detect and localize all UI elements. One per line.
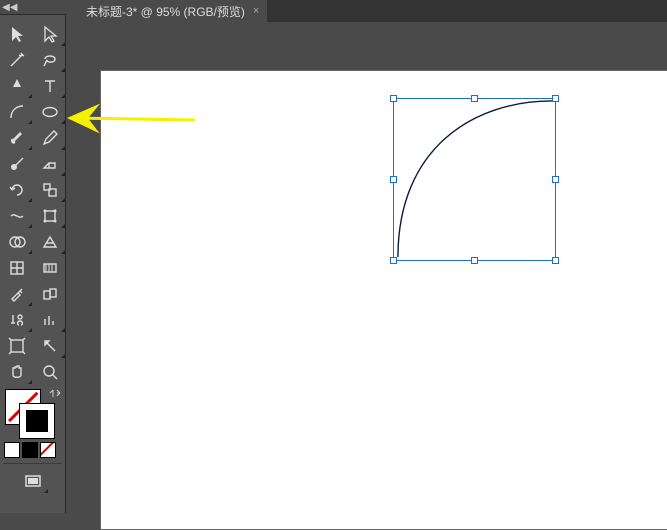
magic-wand-tool[interactable] (0, 47, 33, 73)
ellipse-tool[interactable] (33, 99, 66, 125)
document-tab[interactable]: 未标题-3* @ 95% (RGB/预览) × (78, 0, 267, 22)
paintbrush-tool[interactable] (0, 125, 33, 151)
artboard[interactable] (100, 70, 667, 530)
handle-tl[interactable] (390, 95, 397, 102)
handle-bm[interactable] (471, 257, 478, 264)
lasso-tool[interactable] (33, 47, 66, 73)
color-mode-swatches (0, 439, 65, 461)
screen-mode-button[interactable] (16, 468, 49, 494)
slice-tool[interactable] (33, 333, 66, 359)
pencil-tool[interactable] (33, 125, 66, 151)
artboard-tool[interactable] (0, 333, 33, 359)
arc-path[interactable] (394, 99, 555, 260)
gradient-tool[interactable] (33, 255, 66, 281)
handle-bl[interactable] (390, 257, 397, 264)
eraser-tool[interactable] (33, 151, 66, 177)
type-tool[interactable] (33, 73, 66, 99)
stroke-swatch[interactable] (19, 403, 55, 439)
selection-bounding-box[interactable] (393, 98, 556, 261)
arc-tool[interactable] (0, 99, 33, 125)
width-tool[interactable] (0, 203, 33, 229)
selection-tool[interactable] (0, 21, 33, 47)
handle-tm[interactable] (471, 95, 478, 102)
color-mode-none[interactable] (40, 442, 56, 458)
column-graph-tool[interactable] (33, 307, 66, 333)
color-mode-color[interactable] (4, 442, 20, 458)
eyedropper-tool[interactable] (0, 281, 33, 307)
shape-builder-tool[interactable] (0, 229, 33, 255)
handle-mr[interactable] (552, 176, 559, 183)
close-icon[interactable]: × (253, 5, 259, 17)
rotate-tool[interactable] (0, 177, 33, 203)
pen-tool[interactable] (0, 73, 33, 99)
handle-br[interactable] (552, 257, 559, 264)
mesh-tool[interactable] (0, 255, 33, 281)
document-tab-title: 未标题-3* @ 95% (RGB/预览) (86, 3, 245, 20)
tool-panel (0, 14, 66, 513)
color-mode-gradient[interactable] (22, 442, 38, 458)
direct-selection-tool[interactable] (33, 21, 66, 47)
fill-stroke-swatch[interactable] (5, 389, 61, 437)
document-tab-bar: 未标题-3* @ 95% (RGB/预览) × (78, 0, 667, 22)
hand-tool[interactable] (0, 359, 33, 385)
scale-tool[interactable] (33, 177, 66, 203)
handle-tr[interactable] (552, 95, 559, 102)
collapse-panels-icon[interactable]: ◀◀ (2, 2, 17, 13)
blob-brush-tool[interactable] (0, 151, 33, 177)
swap-fill-stroke-icon[interactable] (49, 389, 61, 401)
blend-tool[interactable] (33, 281, 66, 307)
handle-ml[interactable] (390, 176, 397, 183)
zoom-tool[interactable] (33, 359, 66, 385)
free-transform-tool[interactable] (33, 203, 66, 229)
perspective-grid-tool[interactable] (33, 229, 66, 255)
symbol-sprayer-tool[interactable] (0, 307, 33, 333)
work-area[interactable] (78, 22, 667, 513)
